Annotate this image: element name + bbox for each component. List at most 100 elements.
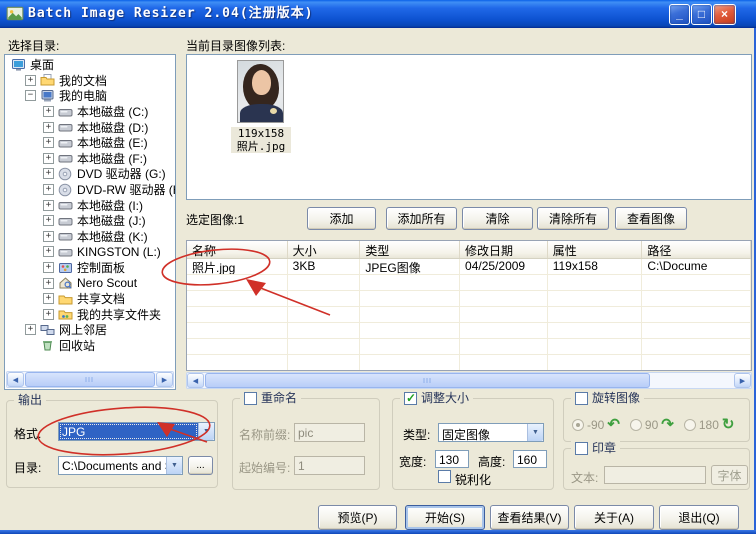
view-image-button[interactable]: 查看图像: [615, 207, 687, 230]
table-horizontal-scrollbar[interactable]: ◀ ▶: [186, 372, 752, 389]
tree-item-label: 我的文档: [59, 72, 107, 89]
expand-toggle-icon[interactable]: +: [43, 106, 54, 117]
height-field[interactable]: 160: [513, 450, 547, 468]
tree-horizontal-scrollbar[interactable]: ◀ ▶: [6, 371, 174, 388]
control-icon: [58, 261, 73, 275]
tree-item[interactable]: +本地磁盘 (C:): [5, 104, 175, 120]
table-cell: [288, 323, 361, 338]
font-button[interactable]: 字体: [711, 465, 748, 485]
rotate-minus90-radio[interactable]: [572, 419, 584, 431]
dropdown-button[interactable]: ▼: [166, 457, 182, 474]
column-header[interactable]: 路径: [642, 241, 751, 258]
preview-button[interactable]: 预览(P): [318, 505, 397, 530]
output-directory-combobox[interactable]: C:\Documents and S ▼: [58, 456, 183, 475]
dropdown-button[interactable]: ▼: [198, 423, 214, 440]
expand-toggle-icon[interactable]: +: [43, 168, 54, 179]
rename-checkbox[interactable]: [244, 392, 257, 405]
tree-item-label: Nero Scout: [77, 276, 137, 290]
minimize-button[interactable]: _: [669, 4, 690, 25]
tree-item[interactable]: +DVD-RW 驱动器 (H:): [5, 182, 175, 198]
table-cell: 119x158: [548, 259, 643, 274]
about-button[interactable]: 关于(A): [574, 505, 654, 530]
table-cell: [460, 323, 548, 338]
close-button[interactable]: ×: [713, 4, 736, 25]
column-header[interactable]: 类型: [360, 241, 460, 258]
rotate-180-radio[interactable]: [684, 419, 696, 431]
quit-button[interactable]: 退出(Q): [659, 505, 739, 530]
start-button[interactable]: 开始(S): [405, 505, 485, 530]
tree-item[interactable]: +本地磁盘 (E:): [5, 135, 175, 151]
expand-toggle-icon[interactable]: +: [43, 262, 54, 273]
scroll-right-icon[interactable]: ▶: [156, 372, 173, 387]
table-scrollbar-thumb[interactable]: [205, 373, 650, 388]
scroll-left-icon[interactable]: ◀: [7, 372, 24, 387]
add-all-button[interactable]: 添加所有: [386, 207, 457, 230]
expand-toggle-icon[interactable]: +: [43, 200, 54, 211]
tree-item[interactable]: +本地磁盘 (F:): [5, 151, 175, 167]
tree-item[interactable]: +我的共享文件夹: [5, 307, 175, 323]
tree-item[interactable]: 桌面: [5, 57, 175, 73]
photo-thumbnail[interactable]: [237, 60, 284, 123]
width-label: 宽度:: [399, 453, 426, 470]
tree-item[interactable]: +本地磁盘 (D:): [5, 119, 175, 135]
expand-toggle-icon[interactable]: +: [43, 293, 54, 304]
scroll-right-icon[interactable]: ▶: [734, 373, 751, 388]
tree-item[interactable]: +本地磁盘 (K:): [5, 229, 175, 245]
tree-item[interactable]: +本地磁盘 (I:): [5, 197, 175, 213]
column-header[interactable]: 名称: [187, 241, 288, 258]
clear-button[interactable]: 清除: [462, 207, 533, 230]
table-cell: [288, 339, 361, 354]
prefix-field[interactable]: pic: [294, 423, 365, 442]
view-results-button[interactable]: 查看结果(V): [490, 505, 569, 530]
expand-toggle-icon[interactable]: +: [43, 122, 54, 133]
width-field[interactable]: 130: [435, 450, 469, 468]
collapse-toggle-icon[interactable]: −: [25, 90, 36, 101]
maximize-button[interactable]: □: [691, 4, 712, 25]
format-combobox[interactable]: JPG ▼: [58, 422, 215, 441]
column-header[interactable]: 修改日期: [460, 241, 548, 258]
stamp-checkbox[interactable]: [575, 442, 588, 455]
file-table-header[interactable]: 名称大小类型修改日期属性路径: [187, 241, 751, 259]
tree-item[interactable]: −我的电脑: [5, 88, 175, 104]
sharpen-checkbox[interactable]: [438, 470, 451, 483]
scrollbar-track[interactable]: [651, 373, 734, 388]
rotate-checkbox[interactable]: [575, 392, 588, 405]
tree-item[interactable]: +网上邻居: [5, 322, 175, 338]
expand-toggle-icon[interactable]: +: [43, 231, 54, 242]
tree-item[interactable]: +DVD 驱动器 (G:): [5, 166, 175, 182]
expand-toggle-icon[interactable]: +: [25, 324, 36, 335]
recycle-icon: [40, 338, 55, 352]
tree-item[interactable]: + 我的文档: [5, 73, 175, 89]
tree-item[interactable]: +KINGSTON (L:): [5, 244, 175, 260]
rotate-options-row: -90 ↶ 90 ↷ 180 ↻: [572, 418, 734, 432]
expand-toggle-icon[interactable]: +: [43, 215, 54, 226]
table-row[interactable]: 照片.jpg3KBJPEG图像04/25/2009119x158C:\Docum…: [187, 259, 751, 275]
clear-all-button[interactable]: 清除所有: [537, 207, 609, 230]
tree-item[interactable]: +控制面板: [5, 260, 175, 276]
stamp-text-field[interactable]: [604, 466, 706, 484]
chevron-down-icon: ▼: [171, 462, 178, 469]
tree-scrollbar-thumb[interactable]: [25, 372, 155, 387]
browse-button[interactable]: ...: [188, 456, 213, 475]
expand-toggle-icon[interactable]: +: [43, 184, 54, 195]
expand-toggle-icon[interactable]: +: [43, 309, 54, 320]
expand-toggle-icon[interactable]: +: [43, 137, 54, 148]
column-header[interactable]: 大小: [288, 241, 361, 258]
start-number-field[interactable]: 1: [294, 456, 365, 475]
expand-toggle-icon[interactable]: +: [25, 75, 36, 86]
tree-item[interactable]: + Nero Scout: [5, 275, 175, 291]
resize-checkbox[interactable]: [404, 392, 417, 405]
rotate-90-radio[interactable]: [630, 419, 642, 431]
tree-item[interactable]: +本地磁盘 (J:): [5, 213, 175, 229]
thumbnail-caption[interactable]: 119x158 照片.jpg: [231, 127, 291, 153]
expand-toggle-icon[interactable]: +: [43, 246, 54, 257]
scroll-left-icon[interactable]: ◀: [187, 373, 204, 388]
resize-type-combobox[interactable]: 固定图像 ▼: [438, 423, 544, 442]
tree-item[interactable]: +共享文档: [5, 291, 175, 307]
expand-toggle-icon[interactable]: +: [43, 153, 54, 164]
tree-item[interactable]: 回收站: [5, 338, 175, 354]
column-header[interactable]: 属性: [548, 241, 643, 258]
dropdown-button[interactable]: ▼: [527, 424, 543, 441]
expand-toggle-icon[interactable]: +: [43, 278, 54, 289]
add-button[interactable]: 添加: [307, 207, 376, 230]
